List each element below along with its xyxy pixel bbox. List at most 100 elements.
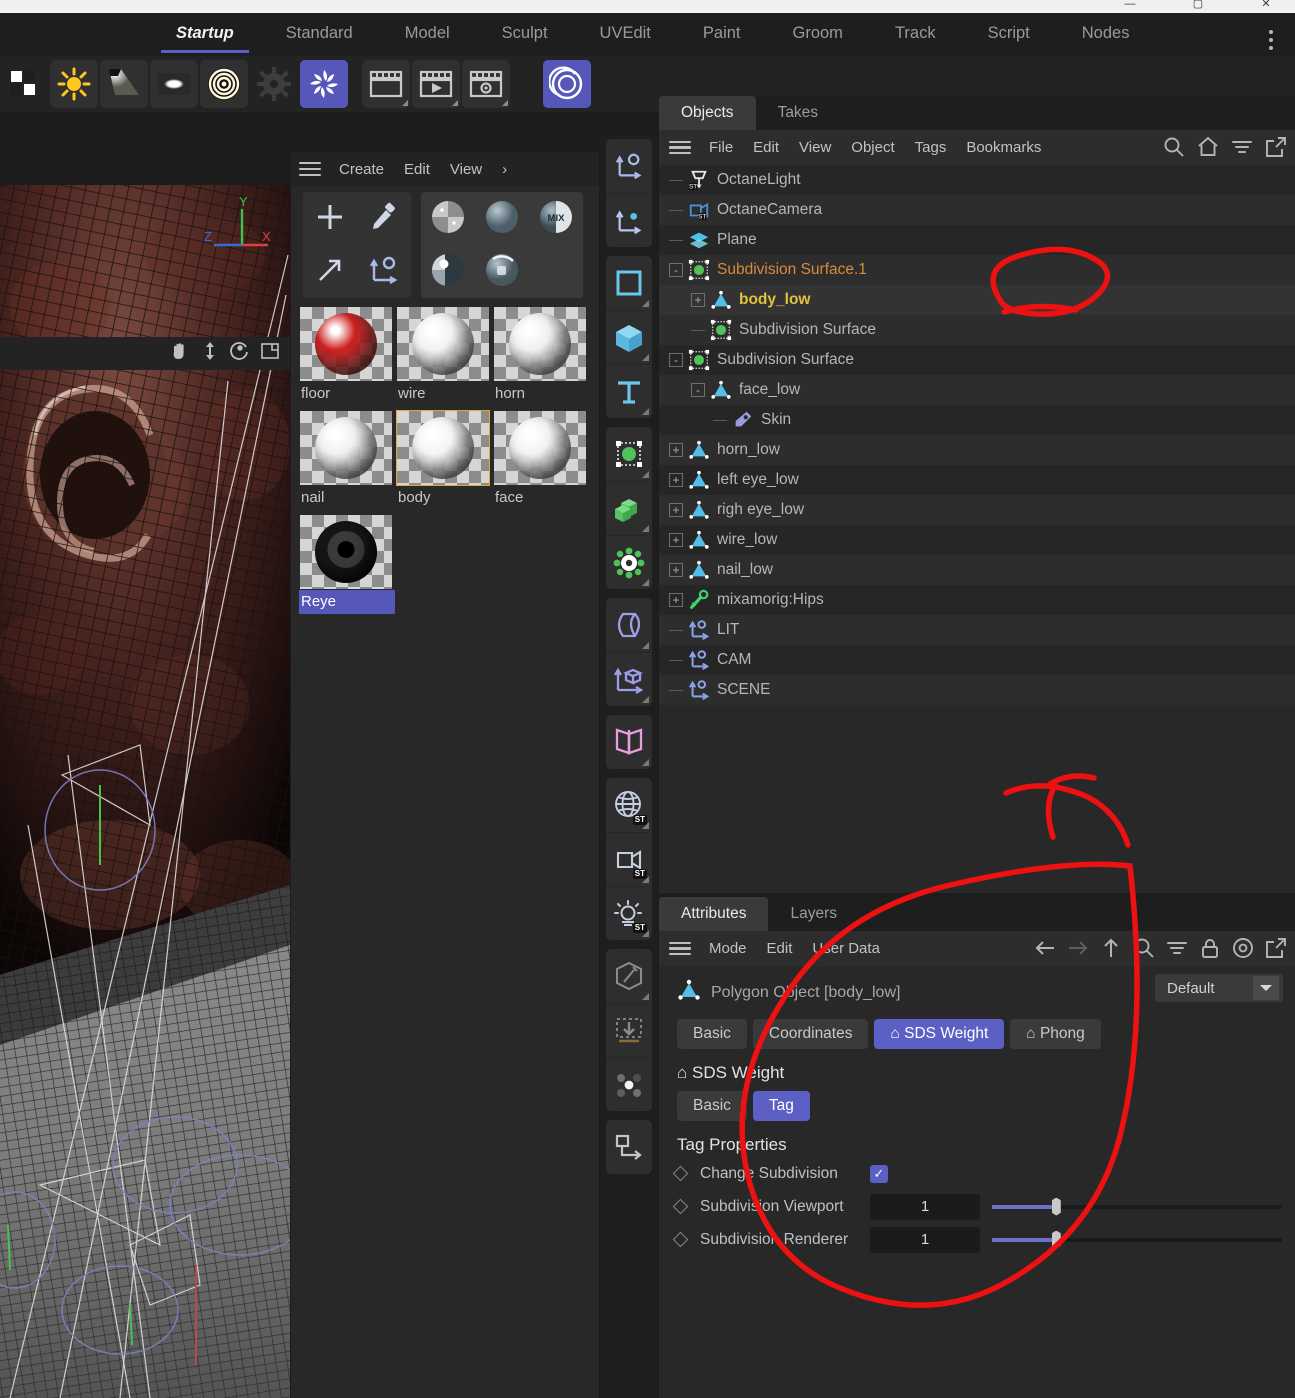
object-name[interactable]: nail_low — [717, 561, 773, 579]
object-name[interactable]: Subdivision Surface.1 — [717, 261, 867, 279]
table-row[interactable]: Skin✓ — [659, 405, 1295, 435]
target-icon[interactable] — [1232, 937, 1254, 963]
material-menu-more[interactable]: › — [492, 161, 517, 178]
table-row[interactable]: -Subdivision Surface✓ — [659, 345, 1295, 375]
material-label[interactable]: Reye — [299, 590, 395, 614]
filter-icon[interactable] — [1231, 136, 1253, 162]
tree-expander[interactable]: - — [669, 353, 683, 367]
attr-tab-basic[interactable]: Basic — [677, 1019, 747, 1049]
sun-light-icon[interactable] — [50, 60, 98, 108]
table-row[interactable]: + wire_low — [659, 525, 1295, 555]
tree-expander[interactable]: + — [669, 593, 683, 607]
material-cell[interactable]: Reye — [299, 514, 395, 614]
popout-icon[interactable] — [1265, 937, 1287, 963]
render-settings-icon[interactable] — [462, 60, 510, 108]
light-st-icon[interactable]: ST — [606, 886, 652, 940]
subdivision-surface-icon[interactable] — [606, 427, 652, 481]
tree-expander[interactable]: + — [669, 473, 683, 487]
table-row[interactable]: + horn_low — [659, 435, 1295, 465]
layout-tab-sculpt[interactable]: Sculpt — [476, 13, 574, 53]
material-cell[interactable]: horn — [493, 306, 589, 406]
tree-expander[interactable]: + — [669, 443, 683, 457]
object-name[interactable]: face_low — [739, 381, 800, 399]
home-icon[interactable] — [1197, 136, 1219, 162]
change-subdivision-checkbox[interactable]: ✓ — [870, 1164, 888, 1183]
axis-icon[interactable] — [357, 245, 411, 295]
pan-icon[interactable] — [170, 341, 190, 366]
render-play-icon[interactable] — [412, 60, 460, 108]
material-swatch-face[interactable] — [493, 410, 587, 486]
layout-tab-script[interactable]: Script — [962, 13, 1056, 53]
object-name[interactable]: SCENE — [717, 681, 770, 699]
object-name[interactable]: body_low — [739, 291, 810, 309]
object-name[interactable]: CAM — [717, 651, 751, 669]
attributes-menu-mode[interactable]: Mode — [699, 940, 757, 957]
material-cell[interactable]: floor — [299, 306, 395, 406]
material-menu-edit[interactable]: Edit — [394, 161, 440, 178]
layout-tab-nodes[interactable]: Nodes — [1056, 13, 1156, 53]
table-row[interactable]: ST OctaneCamera — [659, 195, 1295, 225]
objects-menu-file[interactable]: File — [699, 139, 743, 156]
table-row[interactable]: + righ eye_low — [659, 495, 1295, 525]
target-light-icon[interactable] — [200, 60, 248, 108]
add-material-icon[interactable] — [303, 192, 357, 242]
material-cell[interactable]: face — [493, 410, 589, 510]
table-row[interactable]: CAM — [659, 645, 1295, 675]
property-slider[interactable] — [992, 1227, 1282, 1253]
table-row[interactable]: Subdivision Surface✓ — [659, 315, 1295, 345]
connect-object-icon[interactable] — [606, 1120, 652, 1174]
material-cell[interactable]: wire — [396, 306, 492, 406]
table-row[interactable]: + body_low — [659, 285, 1295, 315]
slider-knob[interactable] — [1051, 1230, 1061, 1249]
minimize-button[interactable]: — — [1107, 0, 1153, 13]
property-slider[interactable] — [992, 1194, 1282, 1220]
layout-tab-standard[interactable]: Standard — [260, 13, 379, 53]
objects-hamburger-icon[interactable] — [669, 140, 691, 155]
tree-expander[interactable]: - — [691, 383, 705, 397]
object-name[interactable]: Subdivision Surface — [717, 351, 854, 369]
property-number-input[interactable]: 1 — [870, 1226, 980, 1253]
layout-tab-model[interactable]: Model — [379, 13, 476, 53]
checker-material-preview[interactable] — [421, 192, 475, 242]
material-swatch-wire[interactable] — [396, 306, 490, 382]
layout-tab-groom[interactable]: Groom — [767, 13, 869, 53]
back-arrow-icon[interactable] — [1034, 937, 1056, 963]
layout-tab-paint[interactable]: Paint — [677, 13, 767, 53]
material-swatch-horn[interactable] — [493, 306, 587, 382]
camera-st-icon[interactable]: ST — [606, 832, 652, 886]
material-swatch-nail[interactable] — [299, 410, 393, 486]
mograph-cloner-icon[interactable] — [606, 535, 652, 589]
object-name[interactable]: OctaneLight — [717, 171, 801, 189]
material-label[interactable]: horn — [493, 382, 589, 406]
table-row[interactable]: Plane✓ — [659, 225, 1295, 255]
symmetry-deformer-icon[interactable] — [606, 715, 652, 769]
point-group-icon[interactable] — [606, 1057, 652, 1111]
panel-tab-layers[interactable]: Layers — [768, 897, 859, 931]
material-swatch-reye[interactable] — [299, 514, 393, 590]
render-region-icon[interactable] — [0, 60, 48, 108]
cube-primitive-icon[interactable] — [606, 310, 652, 364]
material-swatch-body[interactable] — [396, 410, 490, 486]
rotate-icon[interactable] — [230, 341, 250, 366]
array-generator-icon[interactable] — [606, 481, 652, 535]
spline-rect-icon[interactable] — [606, 256, 652, 310]
material-label[interactable]: floor — [299, 382, 395, 406]
eyedropper-icon[interactable] — [357, 192, 411, 242]
gear-settings-icon[interactable] — [250, 60, 298, 108]
attributes-menu-user-data[interactable]: User Data — [802, 940, 890, 957]
up-arrow-icon[interactable] — [1100, 937, 1122, 963]
material-swatch-floor[interactable] — [299, 306, 393, 382]
zoom-icon[interactable] — [200, 341, 220, 366]
object-name[interactable]: left eye_low — [717, 471, 799, 489]
material-cell[interactable]: nail — [299, 410, 395, 510]
lock-icon[interactable] — [1199, 937, 1221, 963]
attributes-menu-edit[interactable]: Edit — [757, 940, 803, 957]
object-name[interactable]: wire_low — [717, 531, 777, 549]
render-view-icon[interactable] — [362, 60, 410, 108]
environment-st-icon[interactable]: ST — [606, 778, 652, 832]
search-icon[interactable] — [1133, 937, 1155, 963]
popout-icon[interactable] — [1265, 136, 1287, 162]
panel-tab-attributes[interactable]: Attributes — [659, 897, 769, 931]
objects-menu-view[interactable]: View — [789, 139, 841, 156]
object-name[interactable]: LIT — [717, 621, 739, 639]
